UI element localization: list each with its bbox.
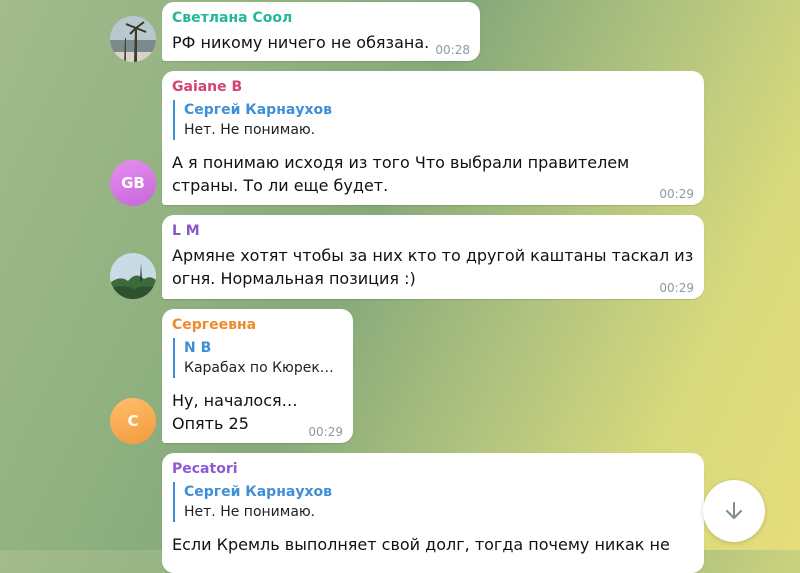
message-text-line: страны. То ли еще будет.: [172, 176, 389, 195]
avatar-lm[interactable]: [110, 253, 156, 299]
scroll-down-button[interactable]: [703, 480, 765, 542]
message-bubble[interactable]: Pecatori Сергей Карнаухов Нет. Не понима…: [162, 453, 704, 573]
reply-text: Карабах по Кюрек…: [184, 360, 334, 376]
sender-name[interactable]: Сергеевна: [172, 316, 343, 334]
reply-author: Сергей Карнаухов: [184, 484, 332, 500]
message-bubble[interactable]: Сергеевна N B Карабах по Кюрек… Ну, нача…: [162, 309, 353, 443]
message-text-line: огня. Нормальная позиция :): [172, 269, 416, 288]
message-time: 00:28: [435, 43, 470, 57]
reply-text: Нет. Не понимаю.: [184, 122, 316, 138]
reply-quote[interactable]: Сергей Карнаухов Нет. Не понимаю.: [173, 482, 694, 522]
message-text: РФ никому ничего не обязана.: [172, 33, 430, 52]
message-time: 00:29: [659, 281, 694, 295]
reply-text: Нет. Не понимаю.: [184, 504, 316, 520]
sender-name[interactable]: L M: [172, 222, 694, 240]
message-text-line: А я понимаю исходя из того Что выбрали п…: [172, 153, 630, 172]
message-bubble[interactable]: Gaiane B Сергей Карнаухов Нет. Не понима…: [162, 71, 704, 205]
arrow-down-icon: [726, 502, 742, 519]
message-text-line: Армяне хотят чтобы за них кто то другой …: [172, 246, 694, 265]
message-bubble[interactable]: L M Армяне хотят чтобы за них кто то дру…: [162, 215, 704, 299]
avatar-initials: GB: [121, 174, 145, 192]
avatar-svetlana[interactable]: [110, 16, 156, 62]
sender-name[interactable]: Pecatori: [172, 460, 694, 478]
avatar-initials: С: [127, 412, 139, 430]
sender-name[interactable]: Gaiane B: [172, 78, 694, 96]
avatar-gaiane[interactable]: GB: [110, 160, 156, 206]
message-text-line: Если Кремль выполняет свой долг, тогда п…: [172, 535, 670, 554]
message-time: 00:29: [308, 425, 343, 439]
avatar-photo-forest-icon: [110, 253, 156, 299]
reply-author: Сергей Карнаухов: [184, 102, 332, 118]
avatar-sergeevna[interactable]: С: [110, 398, 156, 444]
message-text-line: Ну, началося…: [172, 391, 298, 410]
message-time: 00:29: [659, 187, 694, 201]
sender-name[interactable]: Светлана Соол: [172, 9, 470, 27]
chat-message-list: Светлана Соол РФ никому ничего не обязан…: [0, 0, 800, 573]
avatar-photo-palm-icon: [110, 16, 156, 62]
reply-quote[interactable]: Сергей Карнаухов Нет. Не понимаю.: [173, 100, 694, 140]
reply-quote[interactable]: N B Карабах по Кюрек…: [173, 338, 343, 378]
reply-author: N B: [184, 340, 212, 356]
message-bubble[interactable]: Светлана Соол РФ никому ничего не обязан…: [162, 2, 480, 61]
